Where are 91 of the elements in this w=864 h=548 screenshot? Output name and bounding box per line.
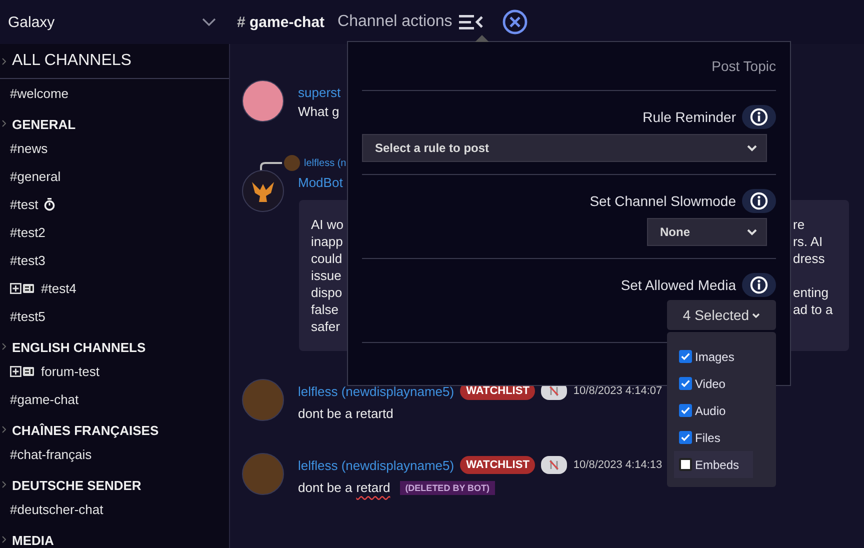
message-text: What g [298, 104, 340, 119]
channel-link[interactable]: #test5 [10, 308, 46, 324]
timer-icon [44, 198, 56, 210]
channel-link[interactable]: #general [10, 168, 61, 184]
slashed-n-icon [549, 460, 560, 470]
section-label: Set Allowed Media [620, 277, 736, 293]
checkbox[interactable] [679, 458, 692, 471]
category-label[interactable]: GENERAL [12, 117, 76, 132]
forum-icons [10, 282, 35, 294]
author-name[interactable]: lelfless (newdisplayname5) [298, 458, 454, 472]
channel-link[interactable]: #test4 [41, 280, 76, 296]
message-text-fragment: safer [311, 318, 341, 335]
server-selector[interactable]: Galaxy [0, 0, 230, 44]
section-label: Rule Reminder [642, 109, 736, 125]
message-text: dont be a retartd [298, 406, 394, 421]
caret-icon [2, 120, 6, 127]
reply-author[interactable]: lelfless (n [304, 158, 346, 168]
chevron-down-icon [752, 312, 760, 318]
message-text-fragment: issue [311, 267, 342, 284]
avatar [242, 453, 284, 495]
channel-link[interactable]: #test [10, 196, 38, 212]
channel-link[interactable]: #game-chat [10, 392, 79, 406]
message-text-fragment: false [311, 301, 340, 318]
message-text-fragment: inapp [311, 233, 344, 250]
rule-select[interactable]: Select a rule to post [362, 134, 767, 162]
checkbox[interactable] [679, 404, 692, 417]
channel-link[interactable]: forum-test [41, 364, 100, 378]
media-option[interactable]: Files [679, 424, 753, 451]
timestamp: 10/8/2023 4:14:07 [573, 385, 662, 397]
channel-link[interactable]: #test3 [10, 252, 46, 268]
forum-icons [10, 366, 35, 376]
chevron-down-icon [202, 18, 216, 26]
caret-icon [2, 426, 6, 433]
sidebar-header[interactable]: ALL CHANNELS [0, 44, 229, 79]
checkbox[interactable] [679, 431, 692, 444]
note-pill[interactable] [541, 456, 568, 474]
message-text-fragment: could [311, 250, 344, 267]
category-label[interactable]: CHAÎNES FRANÇAISES [12, 423, 159, 438]
info-icon [750, 276, 768, 294]
message-text-fragment: dress [793, 250, 826, 267]
channel-title: # game-chat [237, 14, 325, 30]
channel-link[interactable]: #welcome [10, 86, 69, 100]
message-text-fragment: AI wo [311, 216, 344, 233]
info-button[interactable] [742, 189, 776, 213]
caret-icon [2, 343, 6, 350]
media-option[interactable]: Embeds [674, 451, 753, 478]
message-text-fragment: ad to a [793, 301, 834, 318]
chevron-down-icon [747, 228, 757, 236]
caret-icon [2, 58, 6, 64]
slowmode-select[interactable]: None [647, 218, 767, 246]
category-label[interactable]: ENGLISH CHANNELS [12, 340, 146, 355]
message-text-fragment: re [793, 216, 806, 233]
checkbox[interactable] [679, 350, 692, 363]
channel-actions-label[interactable]: Channel actions [338, 13, 452, 31]
message-text-fragment: dispo [311, 284, 344, 301]
chevron-down-icon [747, 144, 757, 152]
message-text: dont be a [298, 480, 352, 495]
menu-collapse-icon[interactable] [459, 14, 484, 30]
caret-icon [2, 481, 6, 488]
checkbox[interactable] [679, 377, 692, 390]
message-text-fragment: enting [793, 284, 830, 301]
caret-icon [2, 536, 6, 543]
author-name[interactable]: lelfless (newdisplayname5) [298, 384, 454, 398]
channel-link[interactable]: #news [10, 140, 48, 156]
channel-link[interactable]: #test2 [10, 224, 46, 240]
info-button[interactable] [742, 105, 776, 129]
category-label[interactable]: MEDIA [12, 533, 54, 548]
watchlist-badge: WATCHLIST [460, 456, 536, 474]
info-icon [750, 108, 768, 126]
slashed-n-icon [549, 386, 560, 396]
info-icon [750, 192, 768, 210]
avatar [242, 379, 284, 421]
media-option[interactable]: Audio [679, 397, 753, 424]
media-option[interactable]: Images [679, 343, 753, 370]
deleted-tag: (DELETED BY BOT) [400, 480, 495, 494]
avatar [242, 80, 284, 122]
author-name[interactable]: ModBot [298, 174, 343, 190]
timestamp: 10/8/2023 4:14:13 [573, 459, 662, 471]
info-button[interactable] [742, 273, 776, 297]
close-icon[interactable] [502, 9, 528, 35]
flagged-word: retard [356, 480, 390, 495]
bird-icon [251, 180, 275, 202]
message-text-fragment: rs. AI [793, 233, 824, 250]
author-name[interactable]: superst [298, 84, 341, 100]
category-label[interactable]: DEUTSCHE SENDER [12, 478, 142, 493]
channel-link[interactable]: #deutscher-chat [10, 502, 104, 516]
media-multiselect[interactable]: 4 Selected [667, 300, 776, 330]
section-label: Set Channel Slowmode [590, 193, 736, 209]
media-option[interactable]: Video [679, 370, 753, 397]
channel-link[interactable]: #chat-français [10, 446, 92, 462]
post-topic-link[interactable]: Post Topic [712, 58, 776, 74]
